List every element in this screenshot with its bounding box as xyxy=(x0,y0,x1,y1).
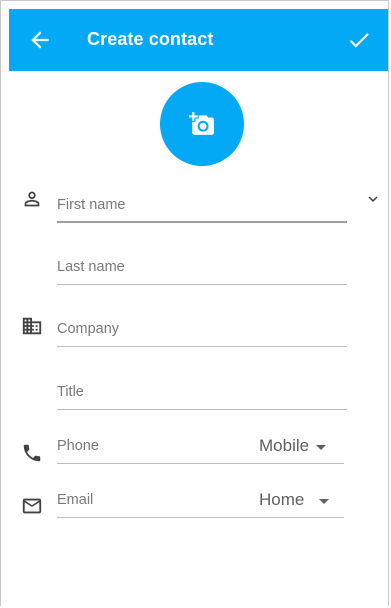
back-button[interactable] xyxy=(27,27,53,53)
page-title: Create contact xyxy=(87,29,214,49)
phone-type-select[interactable]: Mobile xyxy=(243,434,344,464)
title-field[interactable]: Title xyxy=(57,380,347,410)
first-name-field[interactable]: First name xyxy=(57,193,347,223)
save-button[interactable] xyxy=(346,27,372,53)
last-name-field[interactable]: Last name xyxy=(57,255,347,285)
toolbar: Create contact xyxy=(9,9,388,71)
caret-down-icon xyxy=(319,499,329,504)
phone-placeholder: Phone xyxy=(57,438,99,454)
chevron-down-icon[interactable] xyxy=(364,190,382,208)
caret-down-icon xyxy=(316,445,326,450)
add-photo-icon xyxy=(189,112,214,135)
email-type-value: Home xyxy=(259,490,305,509)
company-placeholder: Company xyxy=(57,321,120,337)
add-photo-button[interactable] xyxy=(160,82,244,166)
business-icon xyxy=(22,317,42,335)
title-placeholder: Title xyxy=(57,384,84,400)
first-name-placeholder: First name xyxy=(57,197,126,213)
phone-icon xyxy=(23,444,41,462)
phone-field[interactable]: Phone xyxy=(57,434,243,464)
phone-type-value: Mobile xyxy=(259,436,310,455)
email-icon xyxy=(22,498,42,514)
company-field[interactable]: Company xyxy=(57,317,347,347)
last-name-placeholder: Last name xyxy=(57,259,125,275)
email-field[interactable]: Email xyxy=(57,488,243,518)
email-type-select[interactable]: Home xyxy=(243,488,344,518)
email-placeholder: Email xyxy=(57,492,94,508)
person-icon xyxy=(24,191,40,207)
check-icon xyxy=(349,33,369,48)
arrow-left-icon xyxy=(31,31,49,49)
